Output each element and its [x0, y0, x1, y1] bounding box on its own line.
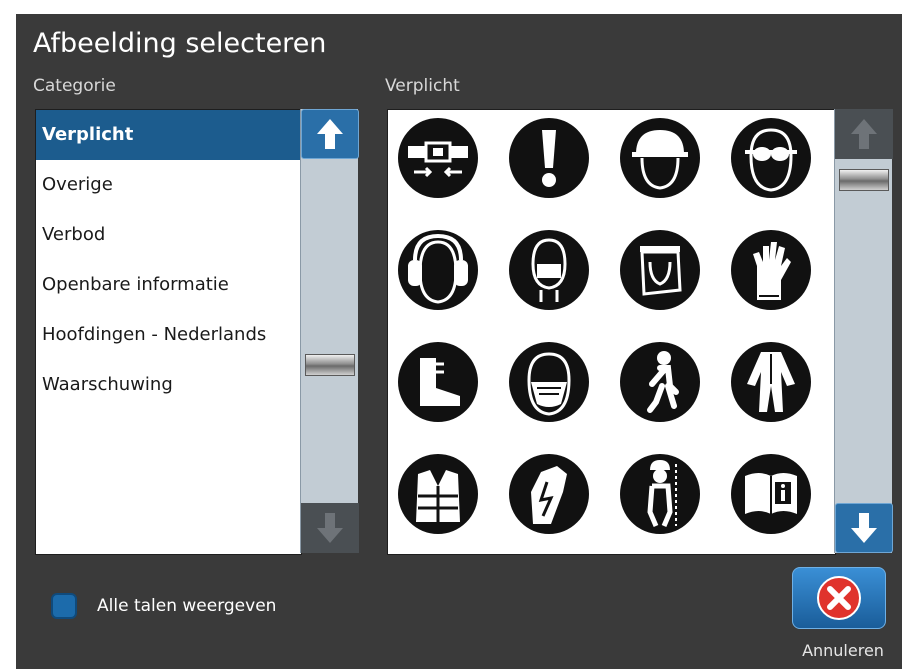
insulating-gloves-icon[interactable]	[507, 452, 591, 536]
category-scroll-down-button[interactable]	[301, 503, 359, 553]
arrow-up-icon	[851, 119, 877, 149]
category-scroll-thumb[interactable]	[305, 354, 355, 376]
seatbelt-icon[interactable]	[396, 116, 480, 200]
category-item-verbod[interactable]: Verbod	[36, 210, 301, 260]
pedestrian-icon[interactable]	[618, 340, 702, 424]
category-item-hoofdingen[interactable]: Hoofdingen - Nederlands	[36, 310, 301, 360]
exclamation-icon[interactable]	[507, 116, 591, 200]
category-item-verplicht[interactable]: Verplicht	[36, 110, 301, 160]
category-scrollbar[interactable]	[300, 109, 359, 553]
face-mask-icon[interactable]	[507, 228, 591, 312]
arrow-up-icon	[317, 119, 343, 149]
category-scroll-up-button[interactable]	[301, 109, 359, 159]
arrow-down-icon	[851, 513, 877, 543]
images-header: Verplicht	[385, 76, 460, 96]
read-manual-icon[interactable]	[729, 452, 813, 536]
symbol-scroll-thumb[interactable]	[839, 169, 889, 191]
cancel-button[interactable]	[792, 567, 886, 629]
safety-boots-icon[interactable]	[396, 340, 480, 424]
cancel-label: Annuleren	[802, 641, 884, 660]
gloves-icon[interactable]	[729, 228, 813, 312]
category-list: Verplicht Overige Verbod Openbare inform…	[35, 109, 302, 555]
protective-clothing-icon[interactable]	[729, 340, 813, 424]
select-image-dialog: Afbeelding selecteren Categorie Verplich…	[16, 14, 902, 669]
dialog-title: Afbeelding selecteren	[33, 28, 327, 59]
category-item-overige[interactable]: Overige	[36, 160, 301, 210]
all-languages-checkbox[interactable]	[51, 593, 77, 619]
symbol-scroll-down-button[interactable]	[835, 503, 893, 553]
respirator-icon[interactable]	[507, 340, 591, 424]
category-item-waarschuwing[interactable]: Waarschuwing	[36, 360, 301, 410]
face-shield-icon[interactable]	[618, 228, 702, 312]
safety-vest-icon[interactable]	[396, 452, 480, 536]
category-item-openbare-informatie[interactable]: Openbare informatie	[36, 260, 301, 310]
arrow-down-icon	[317, 513, 343, 543]
all-languages-label: Alle talen weergeven	[97, 596, 277, 616]
ear-protection-icon[interactable]	[396, 228, 480, 312]
symbol-scrollbar[interactable]	[834, 109, 893, 553]
harness-icon[interactable]	[618, 452, 702, 536]
hard-hat-icon[interactable]	[618, 116, 702, 200]
symbol-scroll-up-button[interactable]	[835, 109, 893, 159]
category-header: Categorie	[33, 76, 116, 96]
close-icon	[817, 576, 861, 620]
safety-goggles-icon[interactable]	[729, 116, 813, 200]
symbol-grid	[387, 109, 836, 555]
